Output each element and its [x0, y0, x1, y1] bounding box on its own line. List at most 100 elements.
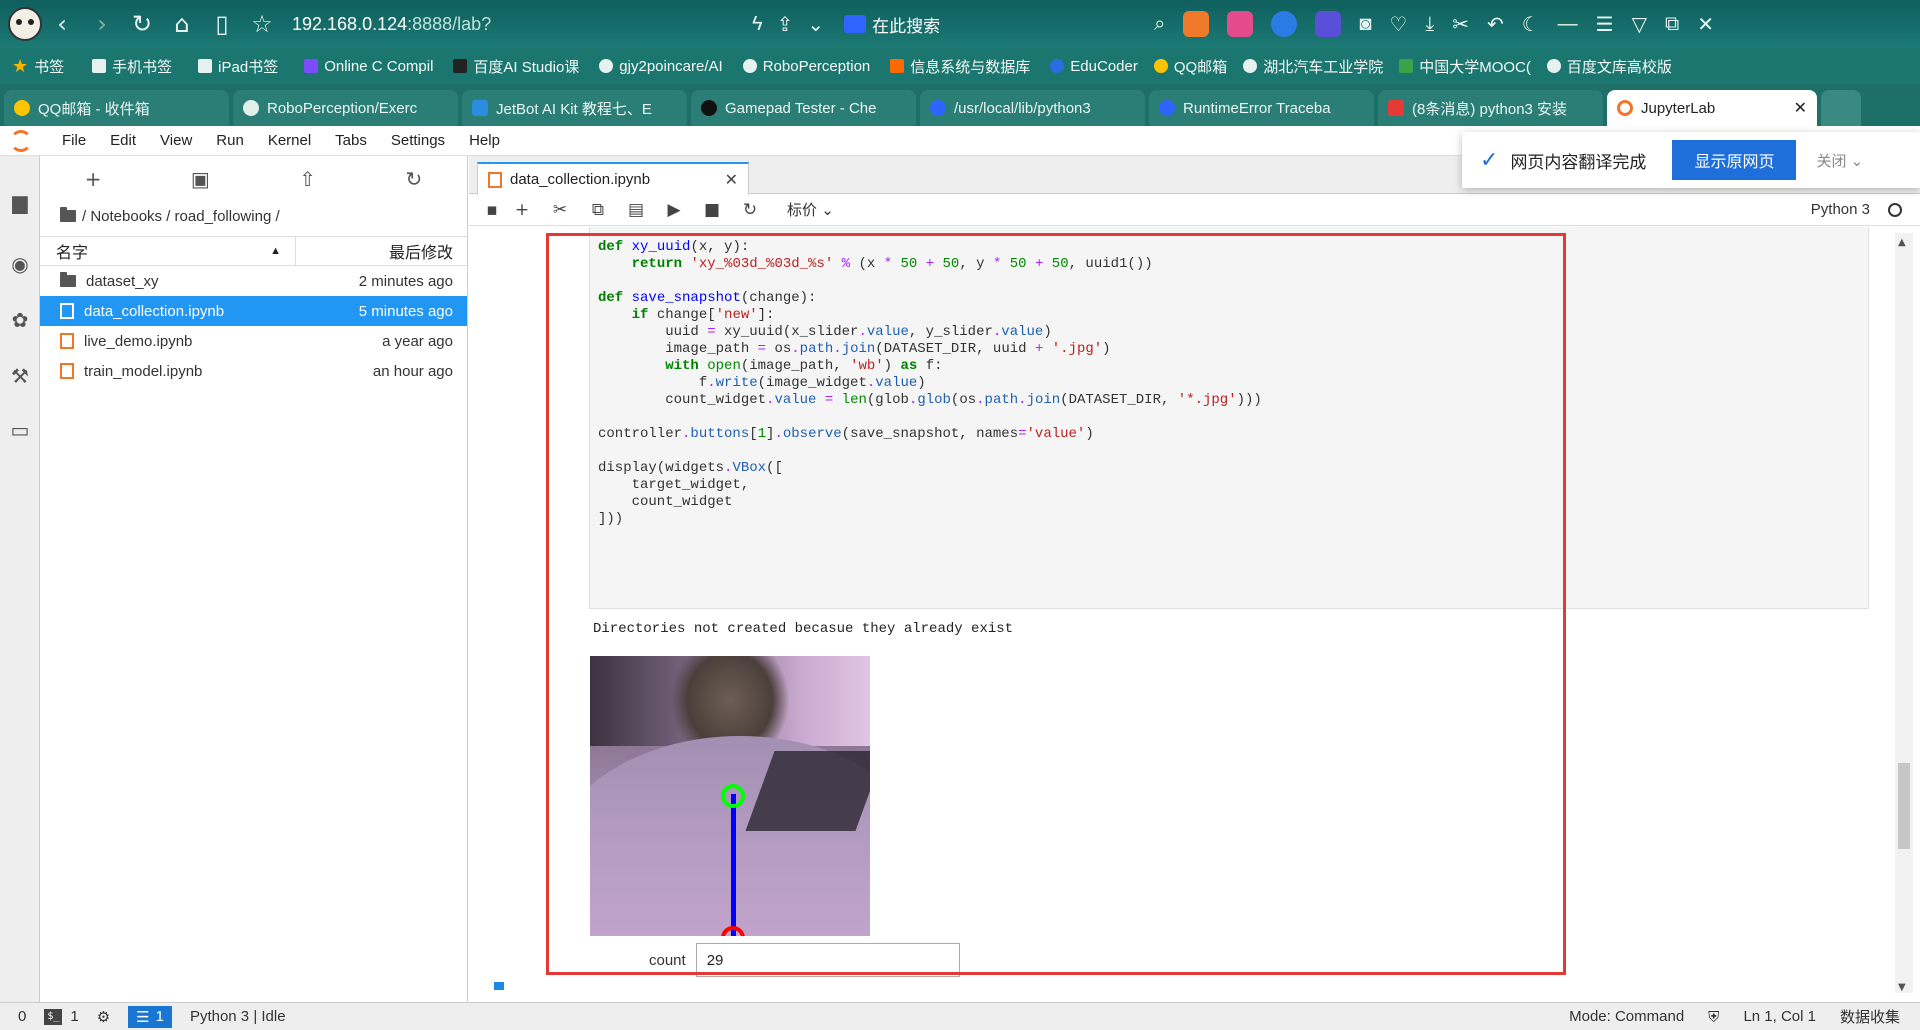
e-icon[interactable]: [1271, 11, 1298, 37]
scrollbar-thumb[interactable]: [1898, 763, 1910, 849]
minimize-hint-icon[interactable]: —: [1558, 13, 1578, 36]
menu-kernel[interactable]: Kernel: [268, 132, 311, 149]
bookmark-item[interactable]: EduCoder: [1050, 58, 1138, 75]
window-restore-icon[interactable]: ⧉: [1665, 13, 1679, 36]
bookmark-item[interactable]: RoboPerception: [742, 58, 870, 75]
breadcrumb-path[interactable]: / Notebooks / road_following /: [82, 208, 280, 225]
bookmark-item[interactable]: QQ邮箱: [1153, 56, 1227, 77]
code-cell[interactable]: def xy_uuid(x, y): return 'xy_%03d_%03d_…: [589, 227, 1869, 609]
back-icon[interactable]: ‹: [42, 0, 82, 48]
mode-status[interactable]: Mode: Command: [1569, 1008, 1684, 1025]
menu-file[interactable]: File: [62, 132, 86, 149]
new-tab-button[interactable]: [1821, 90, 1861, 126]
scroll-down-icon[interactable]: ▼: [1898, 982, 1906, 993]
bookmark-item[interactable]: 百度AI Studio课: [453, 56, 579, 77]
bookmark-item[interactable]: iPad书签: [198, 56, 278, 77]
browser-tab[interactable]: (8条消息) python3 安装: [1378, 90, 1603, 126]
cat-icon[interactable]: [1227, 11, 1254, 37]
lightning-icon[interactable]: ϟ: [752, 13, 763, 36]
moon-icon[interactable]: ☾: [1522, 12, 1540, 37]
search-box[interactable]: 在此搜索: [844, 12, 1094, 37]
menu-settings[interactable]: Settings: [391, 132, 445, 149]
bookmark-item[interactable]: gjy2poincare/AI: [599, 58, 723, 75]
browser-tab[interactable]: RuntimeError Traceba: [1149, 90, 1374, 126]
notebook-scrollbar[interactable]: ▲ ▼: [1895, 233, 1913, 993]
kernel-status[interactable]: Python 3 | Idle: [190, 1008, 286, 1025]
scroll-up-icon[interactable]: ▲: [1898, 237, 1906, 248]
copy-icon[interactable]: ⧉: [579, 200, 617, 220]
cursor-position[interactable]: Ln 1, Col 1: [1743, 1008, 1816, 1025]
paste-icon[interactable]: ▤: [617, 200, 655, 220]
translate-close-button[interactable]: 关闭 ⌄: [1816, 150, 1863, 171]
terminals-status[interactable]: $_ 1: [44, 1008, 79, 1025]
reader-icon[interactable]: ▯: [202, 0, 242, 48]
new-folder-icon[interactable]: ▣: [191, 167, 210, 191]
browser-tab[interactable]: JetBot AI Kit 教程七、E: [462, 90, 687, 126]
menu-help[interactable]: Help: [469, 132, 500, 149]
game-icon[interactable]: [1183, 11, 1210, 37]
bookmark-item[interactable]: 手机书签: [92, 56, 172, 77]
scissors-icon[interactable]: ✂: [1452, 12, 1469, 37]
status-zero[interactable]: 0: [18, 1008, 26, 1025]
notebook-name-status[interactable]: 数据收集: [1840, 1006, 1900, 1027]
column-modified[interactable]: 最后修改: [296, 239, 467, 263]
magnifier-icon[interactable]: ⌕: [1154, 13, 1165, 36]
home-icon[interactable]: ⌂: [162, 0, 202, 48]
share-icon[interactable]: ⇪: [777, 12, 794, 37]
insert-cell-icon[interactable]: +: [503, 200, 541, 220]
file-row-selected[interactable]: data_collection.ipynb 5 minutes ago: [40, 296, 467, 326]
bulb-icon[interactable]: ♡: [1389, 12, 1407, 37]
shield-icon[interactable]: ⛨: [1708, 1008, 1719, 1026]
browser-tab[interactable]: Gamepad Tester - Che: [691, 90, 916, 126]
kernel-name[interactable]: Python 3: [1811, 201, 1870, 218]
close-icon[interactable]: ✕: [725, 170, 738, 190]
restart-icon[interactable]: ↻: [731, 200, 769, 220]
menu-tabs[interactable]: Tabs: [335, 132, 367, 149]
bookmark-item[interactable]: 中国大学MOOC(: [1399, 56, 1531, 77]
code-editor[interactable]: def xy_uuid(x, y): return 'xy_%03d_%03d_…: [590, 227, 1868, 528]
new-launcher-icon[interactable]: +: [85, 167, 102, 191]
menu-view[interactable]: View: [160, 132, 192, 149]
cell-collapser[interactable]: [494, 982, 504, 990]
upload-icon[interactable]: ⇧: [299, 167, 316, 191]
menu-edit[interactable]: Edit: [110, 132, 136, 149]
settings-status[interactable]: ⚙: [97, 1008, 110, 1026]
notebook-tab[interactable]: data_collection.ipynb ✕: [477, 162, 749, 195]
star-icon[interactable]: ☆: [242, 0, 282, 48]
camera-icon[interactable]: ◙: [1359, 13, 1371, 36]
file-row[interactable]: train_model.ipynb an hour ago: [40, 356, 467, 386]
count-input[interactable]: 29: [695, 943, 960, 977]
show-original-button[interactable]: 显示原网页: [1672, 140, 1797, 180]
ne-icon[interactable]: [1315, 11, 1342, 37]
restore-icon[interactable]: ▽: [1632, 12, 1647, 37]
folder-icon[interactable]: ▆: [9, 190, 31, 214]
browser-tab[interactable]: RoboPerception/Exerc: [233, 90, 458, 126]
menu-icon[interactable]: ☰: [1596, 12, 1614, 37]
running-icon[interactable]: ◉: [9, 252, 31, 276]
palette-icon[interactable]: ✿: [9, 308, 31, 332]
bookmark-item[interactable]: 百度文库高校版: [1546, 56, 1672, 77]
folder-icon[interactable]: [60, 207, 76, 222]
reload-icon[interactable]: ↻: [122, 0, 162, 48]
column-name[interactable]: 名字 ▲: [40, 237, 296, 265]
cut-icon[interactable]: ✂: [541, 200, 579, 220]
tabs-status[interactable]: ☰ 1: [128, 1005, 172, 1028]
browser-tab[interactable]: QQ邮箱 - 收件箱: [4, 90, 229, 126]
bookmark-item[interactable]: Online C Compil: [304, 58, 433, 75]
save-icon[interactable]: ▪: [481, 200, 503, 220]
wrench-icon[interactable]: ⚒: [9, 364, 31, 388]
chevron-down-icon[interactable]: ⌄: [807, 12, 824, 37]
browser-tab-active[interactable]: JupyterLab ✕: [1607, 90, 1817, 126]
file-row[interactable]: dataset_xy 2 minutes ago: [40, 266, 467, 296]
bookmark-item[interactable]: 湖北汽车工业学院: [1243, 56, 1383, 77]
cell-type-select[interactable]: 标价 ⌄: [787, 199, 834, 220]
close-window-icon[interactable]: ✕: [1697, 12, 1714, 37]
browser-tab[interactable]: /usr/local/lib/python3: [920, 90, 1145, 126]
undo-icon[interactable]: ↶: [1487, 12, 1504, 37]
menu-run[interactable]: Run: [216, 132, 244, 149]
download-icon[interactable]: ⤓: [1425, 13, 1434, 36]
refresh-icon[interactable]: ↻: [405, 167, 422, 191]
forward-icon[interactable]: ›: [82, 0, 122, 48]
profile-avatar[interactable]: [8, 7, 42, 41]
bookmark-item[interactable]: ★ 书签: [12, 56, 64, 77]
